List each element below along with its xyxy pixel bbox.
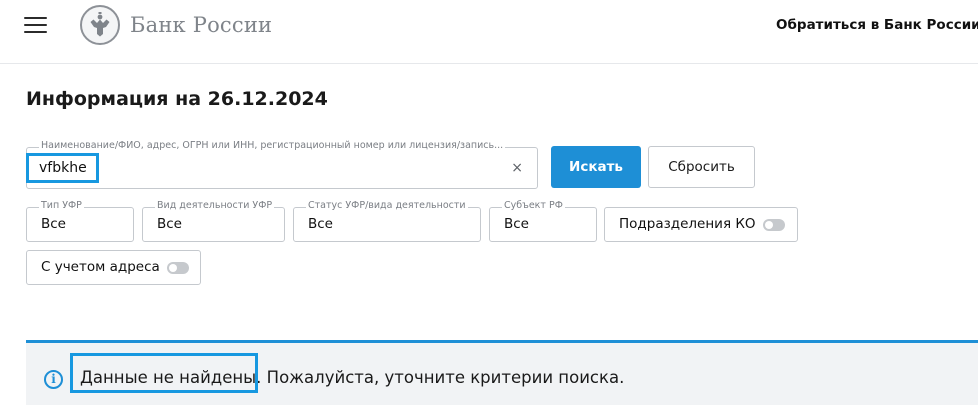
page-title: Информация на 26.12.2024 bbox=[26, 88, 328, 110]
result-message: Данные не найдены. Пожалуйста, уточните … bbox=[80, 368, 624, 387]
filter-value: Все bbox=[157, 216, 182, 232]
clear-icon[interactable]: × bbox=[511, 159, 523, 177]
filter-status[interactable]: Статус УФР/вида деятельности Все bbox=[293, 200, 481, 242]
info-icon: i bbox=[44, 370, 63, 389]
reset-button[interactable]: Сбросить bbox=[648, 146, 755, 188]
filter-value: Все bbox=[504, 216, 529, 232]
result-message-rest: Пожалуйста, уточните критерии поиска. bbox=[261, 368, 625, 387]
contact-bank-link[interactable]: Обратиться в Банк России bbox=[776, 17, 978, 33]
menu-icon-bar bbox=[24, 17, 47, 19]
search-field[interactable]: Наименование/ФИО, адрес, ОГРН или ИНН, р… bbox=[26, 140, 538, 189]
branches-toggle-label: Подразделения КО bbox=[619, 216, 756, 232]
filter-value: Все bbox=[308, 216, 333, 232]
filter-activity-type[interactable]: Вид деятельности УФР Все bbox=[142, 200, 285, 242]
filter-label: Субъект РФ bbox=[502, 200, 565, 211]
search-button[interactable]: Искать bbox=[551, 146, 641, 188]
menu-icon-bar bbox=[24, 24, 47, 26]
eagle-icon bbox=[90, 12, 110, 37]
filter-value: Все bbox=[41, 216, 66, 232]
bank-emblem-icon[interactable] bbox=[80, 5, 120, 45]
filter-label: Вид деятельности УФР bbox=[155, 200, 275, 211]
branches-toggle[interactable]: Подразделения КО bbox=[604, 207, 798, 242]
address-toggle[interactable]: С учетом адреса bbox=[26, 250, 201, 285]
menu-icon-bar bbox=[24, 31, 47, 33]
toggle-switch-off[interactable] bbox=[763, 219, 785, 231]
filter-ufr-type[interactable]: Тип УФР Все bbox=[26, 200, 134, 242]
filter-label: Статус УФР/вида деятельности bbox=[306, 200, 468, 211]
result-message-main: Данные не найдены. bbox=[80, 368, 262, 387]
top-header: Банк России Обратиться в Банк России bbox=[0, 0, 978, 64]
search-field-label: Наименование/ФИО, адрес, ОГРН или ИНН, р… bbox=[39, 140, 506, 151]
toggle-switch-off[interactable] bbox=[167, 262, 189, 274]
search-input[interactable]: vfbkhe bbox=[39, 160, 87, 176]
filter-label: Тип УФР bbox=[39, 200, 84, 211]
address-toggle-label: С учетом адреса bbox=[41, 259, 160, 275]
filter-region[interactable]: Субъект РФ Все bbox=[489, 200, 597, 242]
menu-icon[interactable] bbox=[24, 17, 47, 34]
bank-logo-text[interactable]: Банк России bbox=[130, 13, 272, 37]
